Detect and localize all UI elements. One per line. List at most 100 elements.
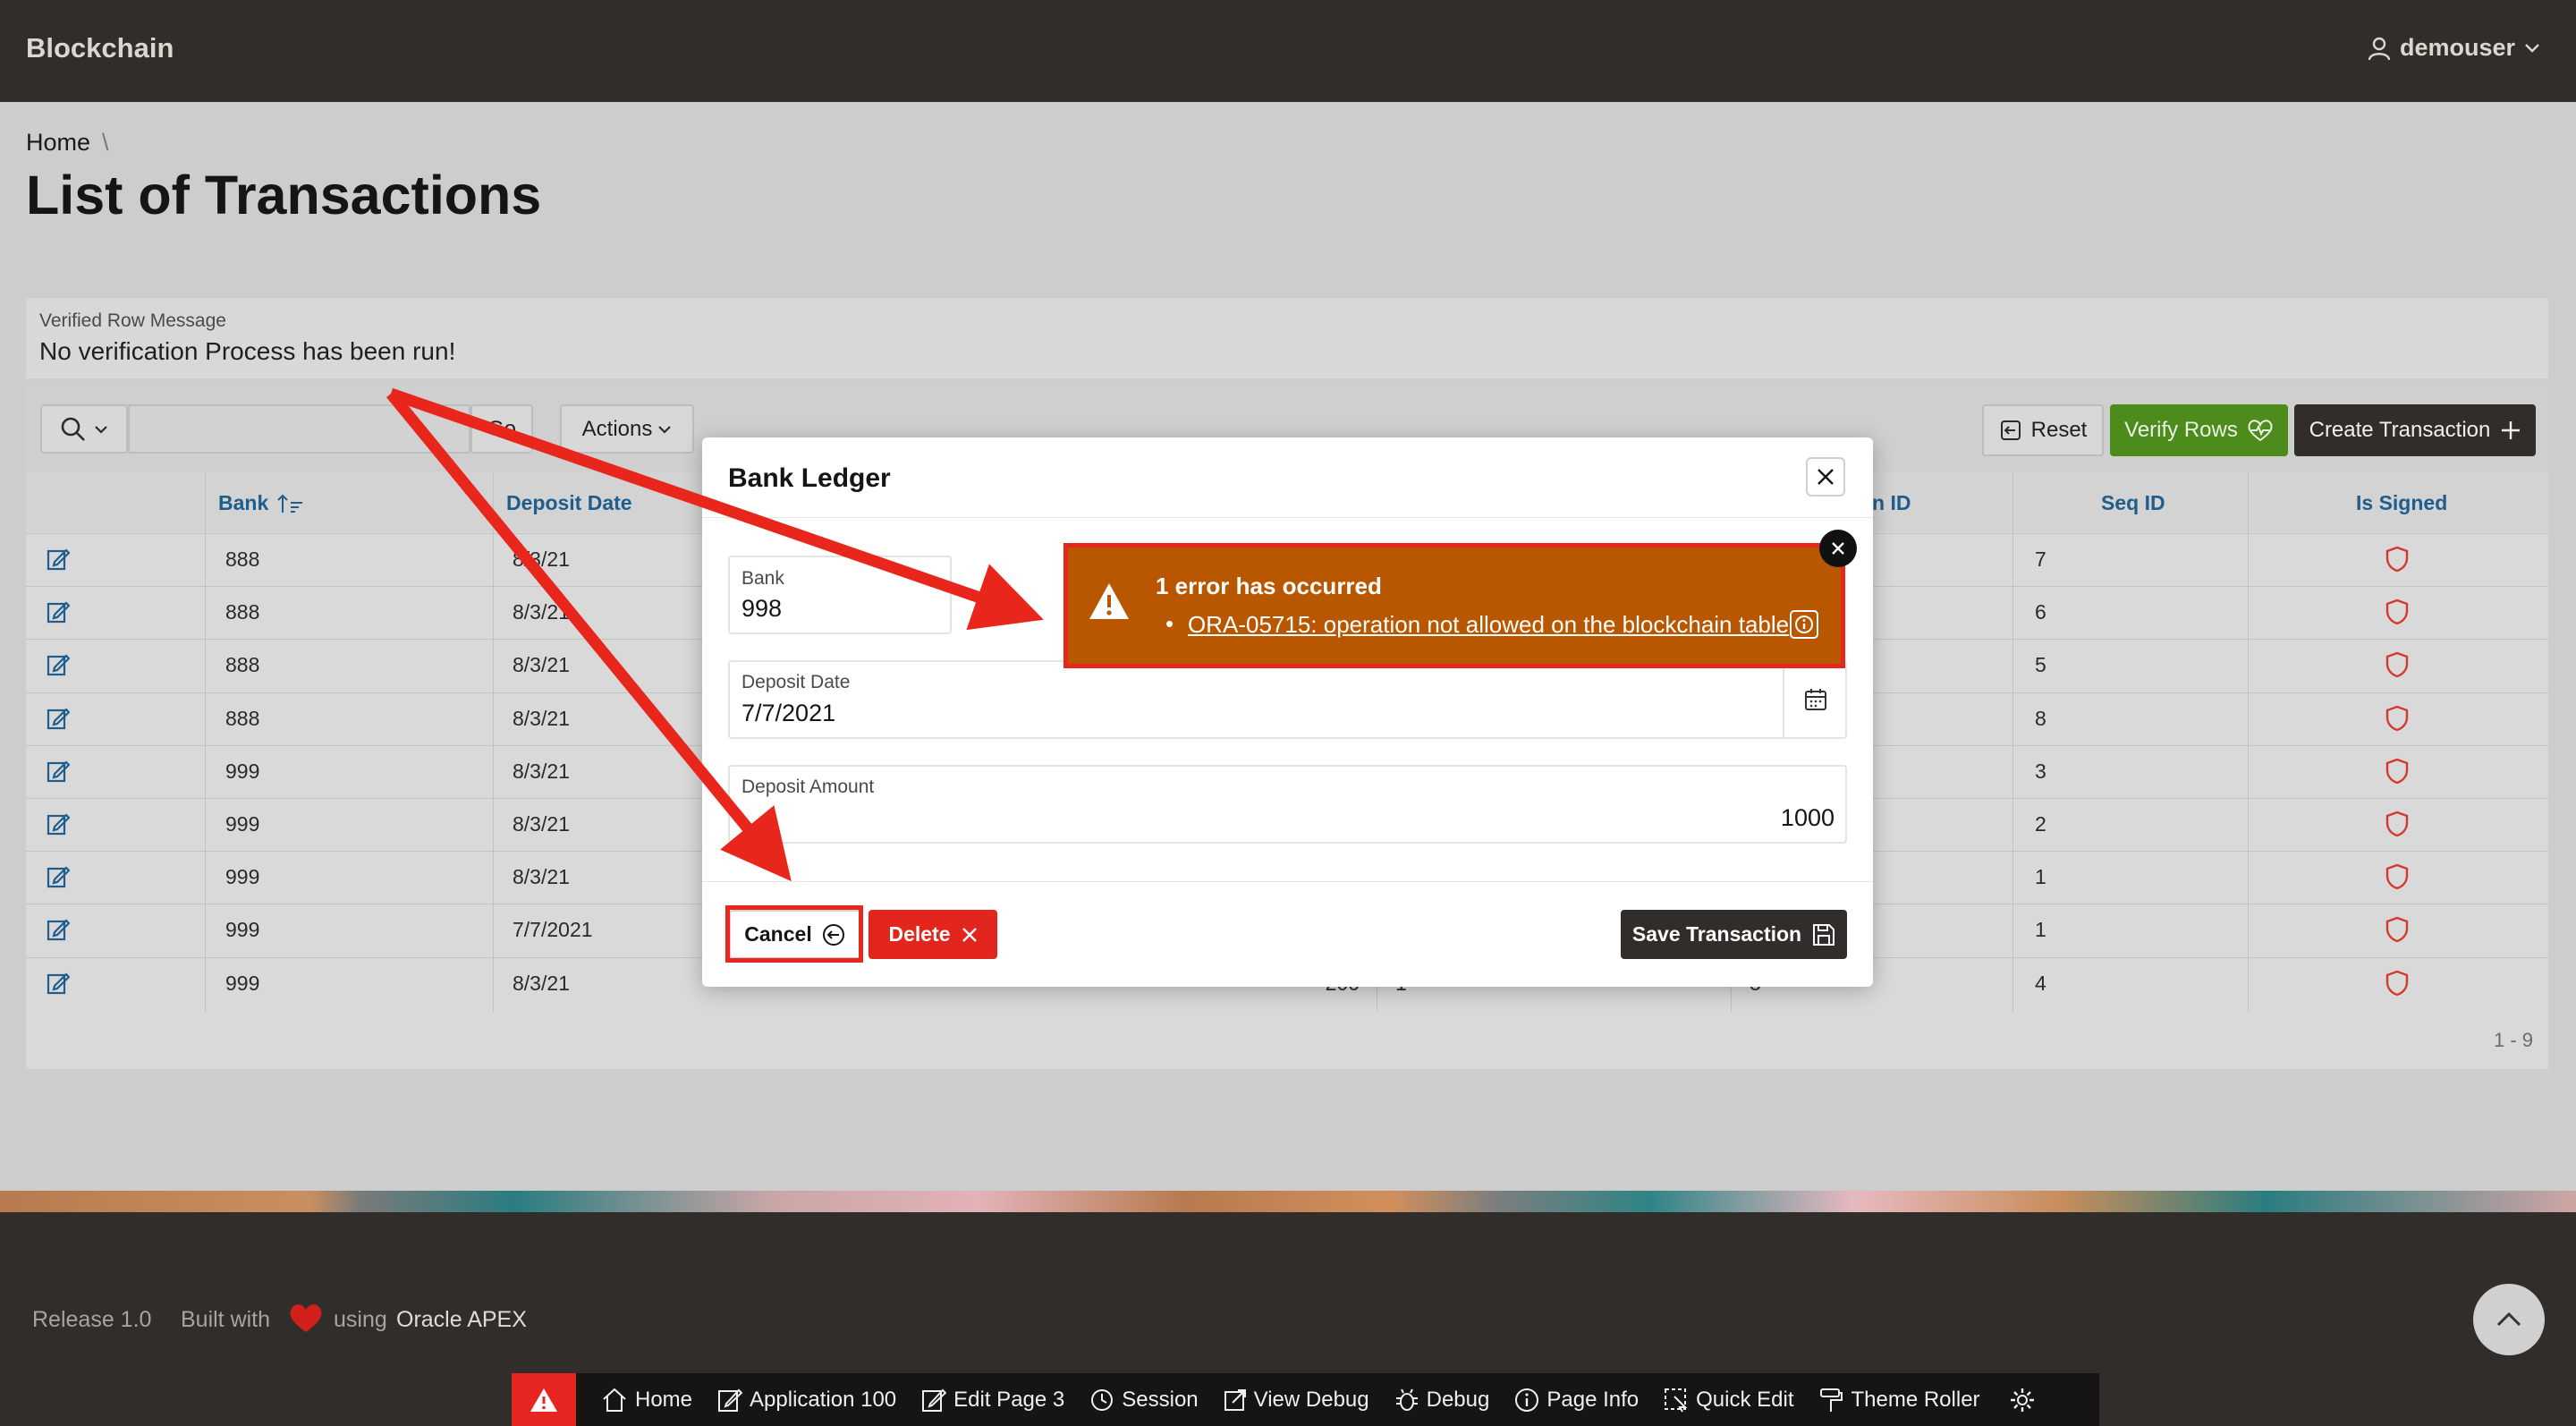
bank-field-value: 998 <box>741 595 783 622</box>
dev-application-link[interactable]: Application 100 <box>717 1388 896 1413</box>
deposit-amount-field[interactable] <box>728 765 1847 844</box>
dev-home-link[interactable]: Home <box>601 1387 692 1413</box>
dev-session-label: Session <box>1122 1387 1199 1412</box>
info-icon <box>1515 1388 1539 1412</box>
built-with-label: Built with <box>181 1307 271 1332</box>
edit-row-icon[interactable] <box>47 600 70 624</box>
edit-row-icon[interactable] <box>47 918 70 941</box>
edit-row-icon[interactable] <box>47 653 70 676</box>
column-header-bank[interactable]: Bank <box>218 491 304 515</box>
unsigned-shield-icon <box>2385 758 2409 785</box>
seq-id-cell: 6 <box>2035 600 2046 624</box>
save-transaction-label: Save Transaction <box>1631 922 1802 946</box>
search-input[interactable] <box>128 404 470 454</box>
search-column-button[interactable] <box>40 404 128 454</box>
bank-cell: 888 <box>225 707 260 730</box>
cancel-highlight-box <box>725 905 863 963</box>
app-title[interactable]: Blockchain <box>26 32 174 64</box>
dev-session-link[interactable]: Session <box>1089 1387 1199 1413</box>
info-icon <box>1795 615 1813 633</box>
session-icon <box>1091 1388 1114 1411</box>
unsigned-shield-icon <box>2385 863 2409 890</box>
bank-cell: 999 <box>225 972 260 995</box>
dev-edit-page-link[interactable]: Edit Page 3 <box>921 1388 1064 1413</box>
unsigned-shield-icon <box>2385 598 2409 625</box>
close-icon <box>1832 542 1844 555</box>
seq-id-cell: 3 <box>2035 760 2046 783</box>
chevron-up-icon <box>2496 1311 2521 1327</box>
actions-menu-button[interactable]: Actions <box>560 404 694 454</box>
edit-row-icon[interactable] <box>47 760 70 783</box>
deposit-date-cell: 8/3/21 <box>513 972 570 995</box>
bank-cell: 999 <box>225 865 260 888</box>
dev-view-debug-label: View Debug <box>1253 1387 1369 1412</box>
delete-button[interactable]: Delete <box>869 910 997 959</box>
bank-cell: 888 <box>225 653 260 676</box>
edit-row-icon[interactable] <box>47 707 70 730</box>
dialog-divider <box>702 517 1873 518</box>
deposit-amount-value: 1000 <box>1780 804 1835 831</box>
bank-cell: 888 <box>225 600 260 624</box>
dev-theme-roller-link[interactable]: Theme Roller <box>1818 1388 1980 1413</box>
create-transaction-label: Create Transaction <box>2309 418 2491 442</box>
breadcrumb-home[interactable]: Home <box>26 129 90 157</box>
decorative-banner <box>0 1191 2576 1212</box>
close-icon <box>962 927 977 942</box>
go-button[interactable]: Go <box>470 404 533 454</box>
verify-rows-button[interactable]: Verify Rows <box>2110 404 2288 456</box>
dev-home-label: Home <box>635 1387 693 1412</box>
error-details-button[interactable] <box>1790 610 1818 639</box>
chevron-down-icon <box>95 425 107 434</box>
bug-icon <box>1395 1388 1418 1411</box>
reset-button[interactable]: Reset <box>1982 404 2104 456</box>
column-header-seq-id[interactable]: Seq ID <box>2101 491 2165 515</box>
seq-id-cell: 4 <box>2035 972 2046 995</box>
verify-rows-label: Verify Rows <box>2124 418 2238 442</box>
edit-row-icon[interactable] <box>47 547 70 571</box>
column-header-is-signed[interactable]: Is Signed <box>2356 491 2447 515</box>
deposit-date-field[interactable] <box>728 660 1847 739</box>
delete-label: Delete <box>888 922 951 946</box>
developer-alert-button[interactable] <box>512 1373 576 1426</box>
seq-id-cell: 5 <box>2035 653 2046 676</box>
warning-icon <box>1089 583 1129 619</box>
dev-settings-button[interactable] <box>2009 1387 2036 1413</box>
deposit-date-cell: 8/3/21 <box>513 812 570 836</box>
deposit-amount-label: Deposit Amount <box>741 777 875 797</box>
create-transaction-button[interactable]: Create Transaction <box>2294 404 2536 456</box>
unsigned-shield-icon <box>2385 546 2409 573</box>
home-icon <box>603 1388 626 1412</box>
dev-quick-edit-link[interactable]: Quick Edit <box>1664 1388 1793 1413</box>
unsigned-shield-icon <box>2385 705 2409 732</box>
bank-field-label: Bank <box>741 568 784 589</box>
dev-view-debug-link[interactable]: View Debug <box>1224 1388 1369 1413</box>
oracle-apex-link[interactable]: Oracle APEX <box>396 1307 527 1333</box>
dev-page-info-label: Page Info <box>1546 1387 1640 1412</box>
user-name: demouser <box>2399 34 2515 61</box>
gear-icon <box>2010 1388 2034 1412</box>
save-transaction-button[interactable]: Save Transaction <box>1621 910 1847 959</box>
user-menu[interactable]: demouser <box>2368 34 2540 62</box>
error-close-button[interactable] <box>1819 530 1857 567</box>
column-header-chain-id[interactable]: n ID <box>1872 491 1911 515</box>
edit-row-icon[interactable] <box>47 812 70 836</box>
column-header-deposit-date[interactable]: Deposit Date <box>506 491 632 515</box>
edit-row-icon[interactable] <box>47 865 70 888</box>
edit-row-icon[interactable] <box>47 972 70 995</box>
dev-debug-link[interactable]: Debug <box>1394 1388 1489 1413</box>
dev-application-label: Application 100 <box>750 1387 897 1412</box>
bank-cell: 888 <box>225 547 260 571</box>
error-message-link[interactable]: ORA-05715: operation not allowed on the … <box>1188 611 1789 639</box>
dev-page-info-link[interactable]: Page Info <box>1514 1388 1639 1413</box>
developer-toolbar: Home Application 100 Edit Page 3 Session… <box>512 1373 2099 1426</box>
dev-edit-page-label: Edit Page 3 <box>953 1387 1065 1412</box>
dialog-title: Bank Ledger <box>728 463 891 493</box>
scroll-to-top-button[interactable] <box>2473 1284 2545 1355</box>
warning-icon <box>530 1388 557 1412</box>
deposit-date-cell: 8/3/21 <box>513 653 570 676</box>
dialog-close-button[interactable] <box>1806 457 1845 497</box>
date-picker-button[interactable] <box>1783 662 1847 737</box>
heart-pulse-icon <box>2248 420 2273 442</box>
plus-icon <box>2502 421 2521 439</box>
verified-row-message: No verification Process has been run! <box>39 337 456 365</box>
